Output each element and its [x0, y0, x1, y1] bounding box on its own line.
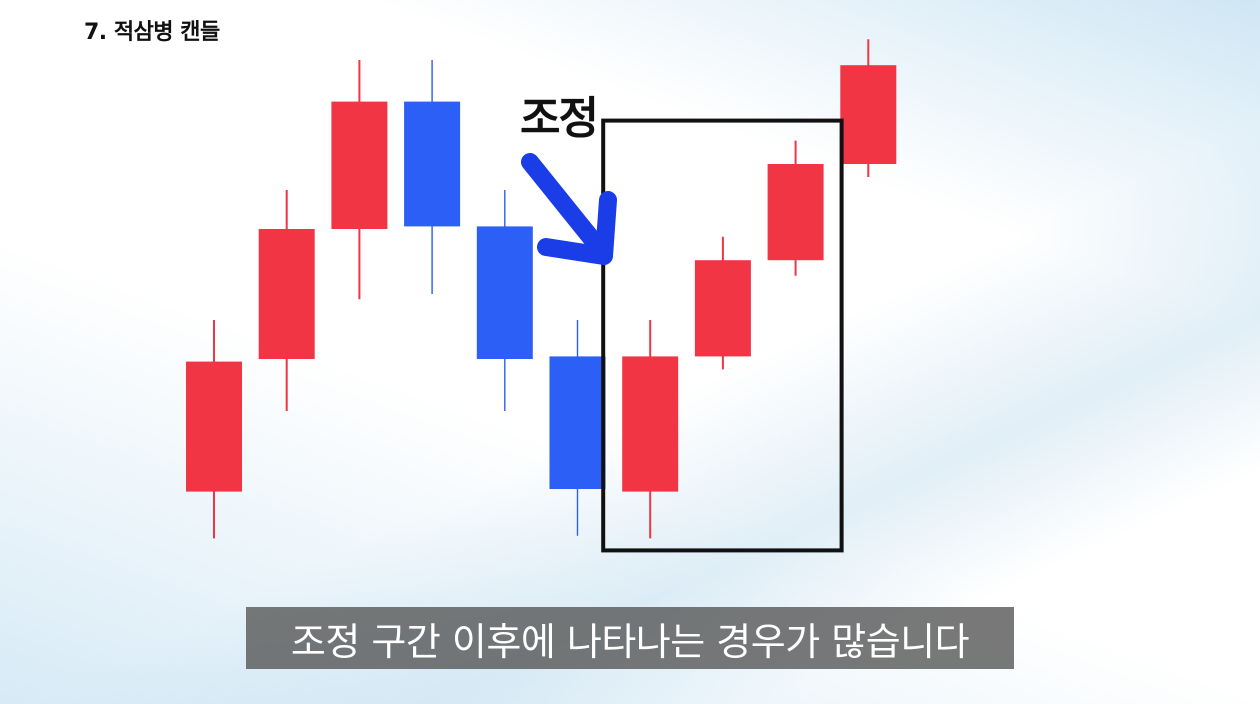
candle-body — [694, 260, 751, 357]
candle-body — [549, 356, 606, 489]
candle-body — [258, 229, 315, 359]
subtitle-caption: 조정 구간 이후에 나타나는 경우가 많습니다 — [246, 607, 1014, 669]
candle-body — [186, 361, 242, 492]
subtitle-text: 조정 구간 이후에 나타나는 경우가 많습니다 — [290, 619, 970, 664]
candlestick-chart — [186, 39, 897, 553]
candle-body — [476, 226, 533, 359]
correction-label: 조정 — [520, 93, 599, 144]
candle-body — [404, 101, 461, 227]
page-title: 7. 적삼병 캔들 — [84, 20, 220, 45]
candle-body — [767, 164, 824, 261]
arrow-icon — [521, 153, 605, 253]
candle-body — [331, 101, 388, 229]
candle-body — [622, 356, 679, 492]
candle-body — [840, 65, 897, 164]
